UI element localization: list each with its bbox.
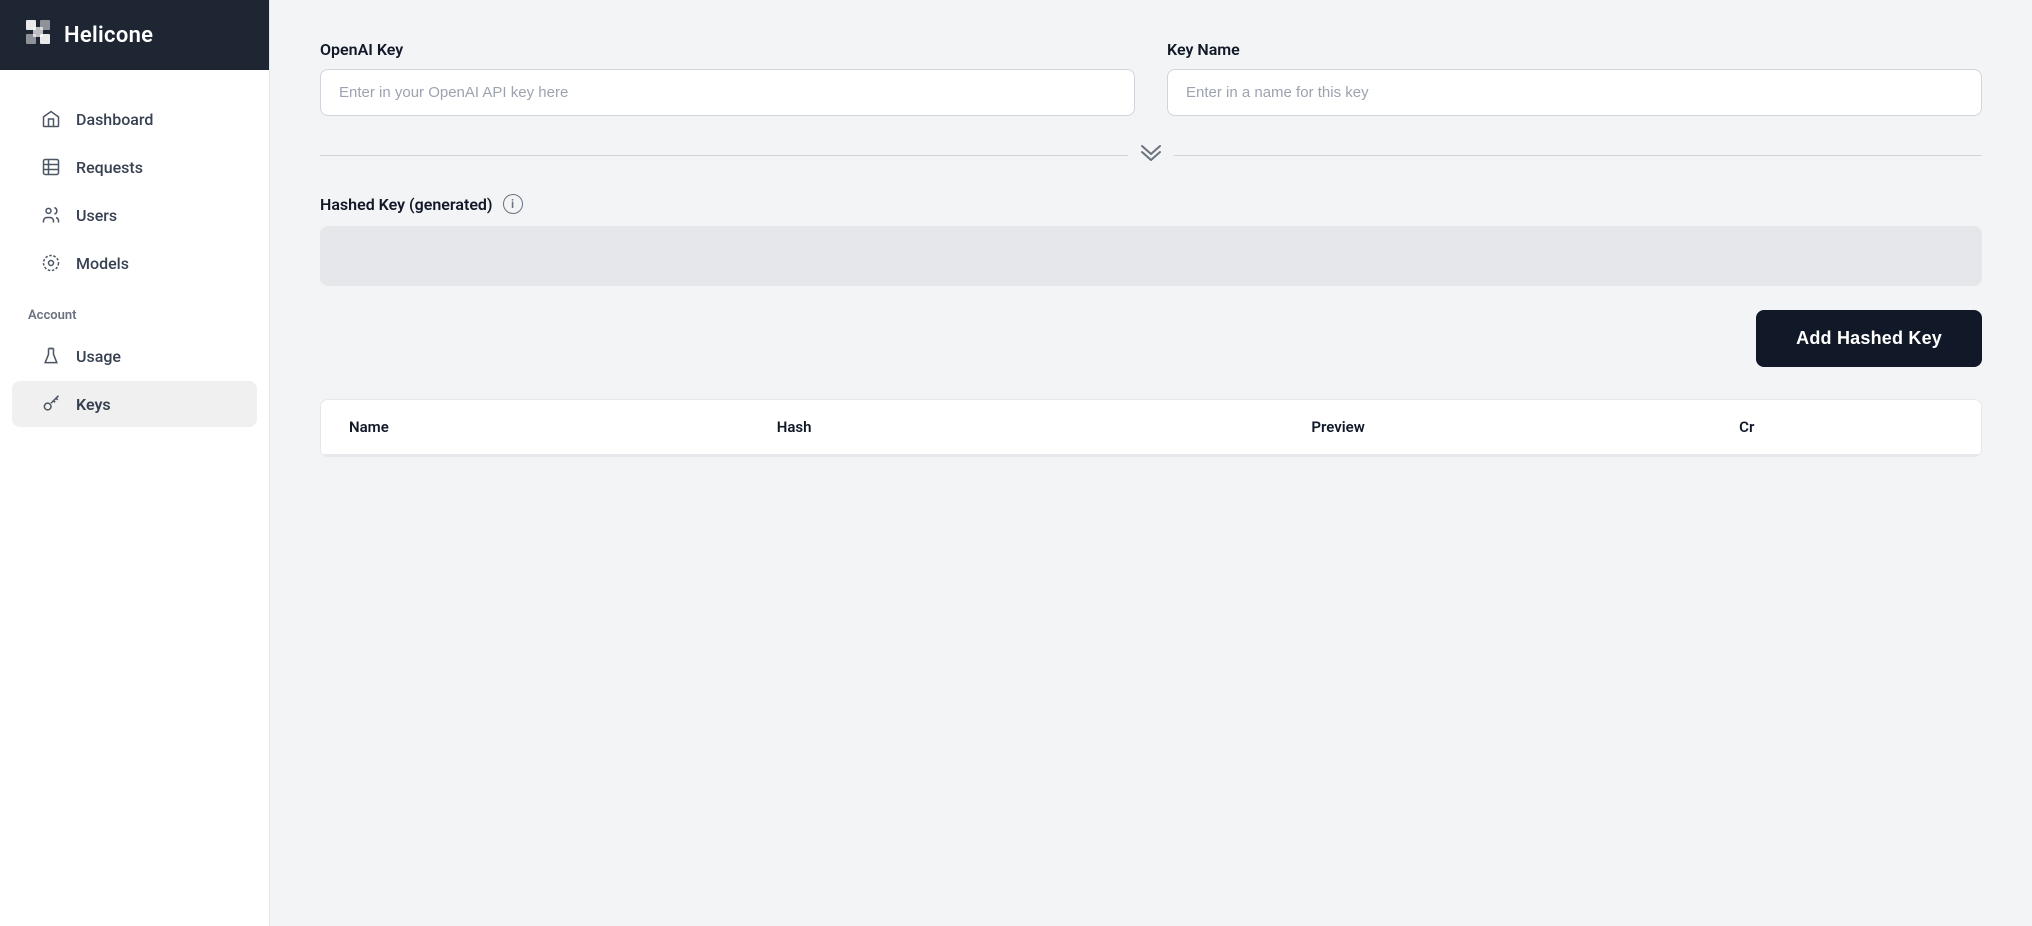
models-icon — [40, 253, 62, 273]
sidebar-item-usage[interactable]: Usage — [12, 333, 257, 379]
key-name-input[interactable] — [1167, 69, 1982, 116]
sidebar-navigation: Dashboard Requests — [0, 70, 269, 926]
logo-icon — [24, 18, 52, 52]
sidebar-item-requests-label: Requests — [76, 158, 143, 177]
divider-line-left — [320, 155, 1128, 156]
divider-line-right — [1174, 155, 1982, 156]
key-name-label: Key Name — [1167, 40, 1982, 59]
info-icon[interactable]: i — [503, 194, 523, 214]
key-icon — [40, 394, 62, 414]
sidebar-item-requests[interactable]: Requests — [12, 144, 257, 190]
table-col-cr: Cr — [1739, 418, 1953, 436]
table-col-hash: Hash — [777, 418, 1312, 436]
main-content: OpenAI Key Key Name Hashed Key (generate… — [270, 0, 2032, 926]
table-icon — [40, 157, 62, 177]
key-inputs-row: OpenAI Key Key Name — [320, 40, 1982, 116]
add-hashed-key-button[interactable]: Add Hashed Key — [1756, 310, 1982, 367]
sidebar: Helicone Dashboard Reques — [0, 0, 270, 926]
divider-row — [320, 144, 1982, 166]
table-col-preview: Preview — [1311, 418, 1739, 436]
sidebar-item-users-label: Users — [76, 206, 117, 225]
table-col-name: Name — [349, 418, 777, 436]
key-name-group: Key Name — [1167, 40, 1982, 116]
logo-text: Helicone — [64, 23, 153, 48]
keys-table: Name Hash Preview Cr — [320, 399, 1982, 457]
sidebar-item-keys[interactable]: Keys — [12, 381, 257, 427]
flask-icon — [40, 346, 62, 366]
sidebar-item-users[interactable]: Users — [12, 192, 257, 238]
sidebar-item-models-label: Models — [76, 254, 129, 273]
home-icon — [40, 109, 62, 129]
sidebar-item-models[interactable]: Models — [12, 240, 257, 286]
chevron-down-icon — [1128, 144, 1174, 166]
account-section-label: Account — [0, 288, 269, 331]
openai-key-group: OpenAI Key — [320, 40, 1135, 116]
hashed-key-input — [320, 226, 1982, 286]
key-form-section: OpenAI Key Key Name Hashed Key (generate… — [320, 40, 1982, 457]
openai-key-label: OpenAI Key — [320, 40, 1135, 59]
sidebar-item-dashboard[interactable]: Dashboard — [12, 96, 257, 142]
sidebar-item-usage-label: Usage — [76, 347, 121, 366]
table-divider — [321, 455, 1981, 456]
sidebar-item-keys-label: Keys — [76, 395, 111, 414]
hashed-key-label: Hashed Key (generated) — [320, 195, 493, 214]
sidebar-item-dashboard-label: Dashboard — [76, 110, 153, 129]
button-row: Add Hashed Key — [320, 310, 1982, 367]
openai-key-input[interactable] — [320, 69, 1135, 116]
table-header: Name Hash Preview Cr — [321, 400, 1981, 455]
users-icon — [40, 205, 62, 225]
logo-container: Helicone — [0, 0, 269, 70]
hashed-key-label-row: Hashed Key (generated) i — [320, 194, 1982, 214]
